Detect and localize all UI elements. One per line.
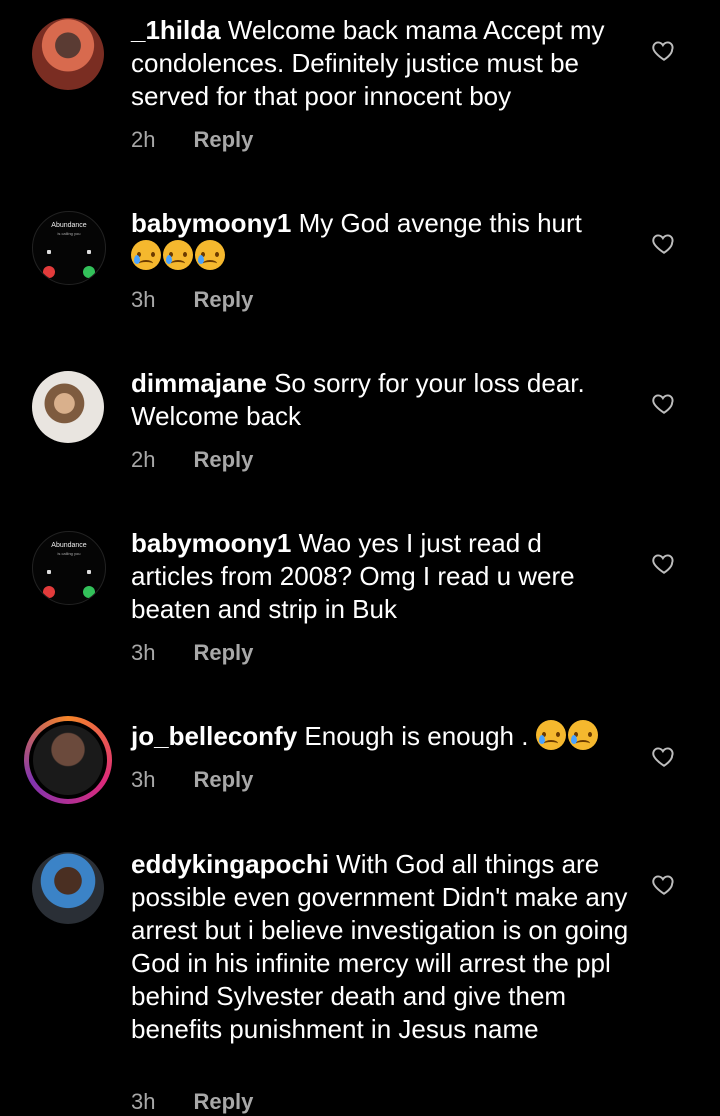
avatar-caption: Abundance <box>51 222 87 229</box>
heart-icon[interactable] <box>651 37 677 63</box>
comment-text-block: babymoony1 Wao yes I just read d article… <box>131 527 631 626</box>
comment-body: Enough is enough . <box>304 721 529 751</box>
avatar[interactable] <box>32 852 104 924</box>
avatar-dot <box>47 250 51 254</box>
heart-icon[interactable] <box>651 390 677 416</box>
crying-emoji-icon <box>567 720 598 750</box>
avatar-dot <box>47 570 51 574</box>
comment-text-block: dimmajane So sorry for your loss dear. W… <box>131 367 631 433</box>
accept-call-icon <box>83 586 95 598</box>
heart-icon[interactable] <box>651 871 677 897</box>
comment-text-block: babymoony1 My God avenge this hurt <box>131 207 631 273</box>
comment-text-block: _1hilda Welcome back mama Accept my cond… <box>131 14 631 113</box>
comment-time: 2h <box>131 447 156 472</box>
avatar-caption: Abundance <box>51 542 87 549</box>
reply-button[interactable]: Reply <box>193 127 253 152</box>
heart-icon[interactable] <box>651 230 677 256</box>
decline-call-icon <box>43 266 55 278</box>
comment-username[interactable]: babymoony1 <box>131 528 291 558</box>
heart-icon[interactable] <box>651 743 677 769</box>
comment-text-block: eddykingapochi With God all things are p… <box>131 848 631 1046</box>
comment-body: My God avenge this hurt <box>298 208 582 238</box>
heart-icon[interactable] <box>651 550 677 576</box>
avatar-subcaption: is calling you <box>57 551 81 556</box>
comment-time: 3h <box>131 767 156 792</box>
crying-emoji-icon <box>163 240 193 270</box>
comment-meta: 3h Reply <box>131 639 253 667</box>
crying-emoji-icon <box>195 240 225 270</box>
comment-time: 3h <box>131 640 156 665</box>
avatar-dot <box>87 250 91 254</box>
comment-meta: 3h Reply <box>131 1088 253 1116</box>
avatar-subcaption: is calling you <box>57 231 81 236</box>
accept-call-icon <box>83 266 95 278</box>
comment-username[interactable]: dimmajane <box>131 368 267 398</box>
avatar[interactable]: Abundance is calling you <box>32 211 106 285</box>
avatar-dot <box>87 570 91 574</box>
comment-username[interactable]: jo_belleconfy <box>131 721 297 751</box>
reply-button[interactable]: Reply <box>193 1089 253 1114</box>
comment-time: 3h <box>131 1089 156 1114</box>
comment-text-block: jo_belleconfy Enough is enough . <box>131 720 631 753</box>
comment-meta: 3h Reply <box>131 766 253 794</box>
crying-emoji-icon <box>535 720 566 750</box>
avatar[interactable] <box>32 18 104 90</box>
avatar[interactable] <box>32 371 104 443</box>
crying-emoji-icon <box>131 240 161 270</box>
comment-username[interactable]: eddykingapochi <box>131 849 329 879</box>
comment-time: 3h <box>131 287 156 312</box>
comment-meta: 2h Reply <box>131 126 253 154</box>
avatar <box>33 725 103 795</box>
avatar-with-story-ring[interactable] <box>24 716 112 804</box>
comment-meta: 2h Reply <box>131 446 253 474</box>
reply-button[interactable]: Reply <box>193 447 253 472</box>
comment-username[interactable]: babymoony1 <box>131 208 291 238</box>
reply-button[interactable]: Reply <box>193 640 253 665</box>
reply-button[interactable]: Reply <box>193 767 253 792</box>
comment-time: 2h <box>131 127 156 152</box>
comment-meta: 3h Reply <box>131 286 253 314</box>
avatar[interactable]: Abundance is calling you <box>32 531 106 605</box>
avatar-ring-gap <box>29 721 107 799</box>
decline-call-icon <box>43 586 55 598</box>
reply-button[interactable]: Reply <box>193 287 253 312</box>
comment-username[interactable]: _1hilda <box>131 15 221 45</box>
